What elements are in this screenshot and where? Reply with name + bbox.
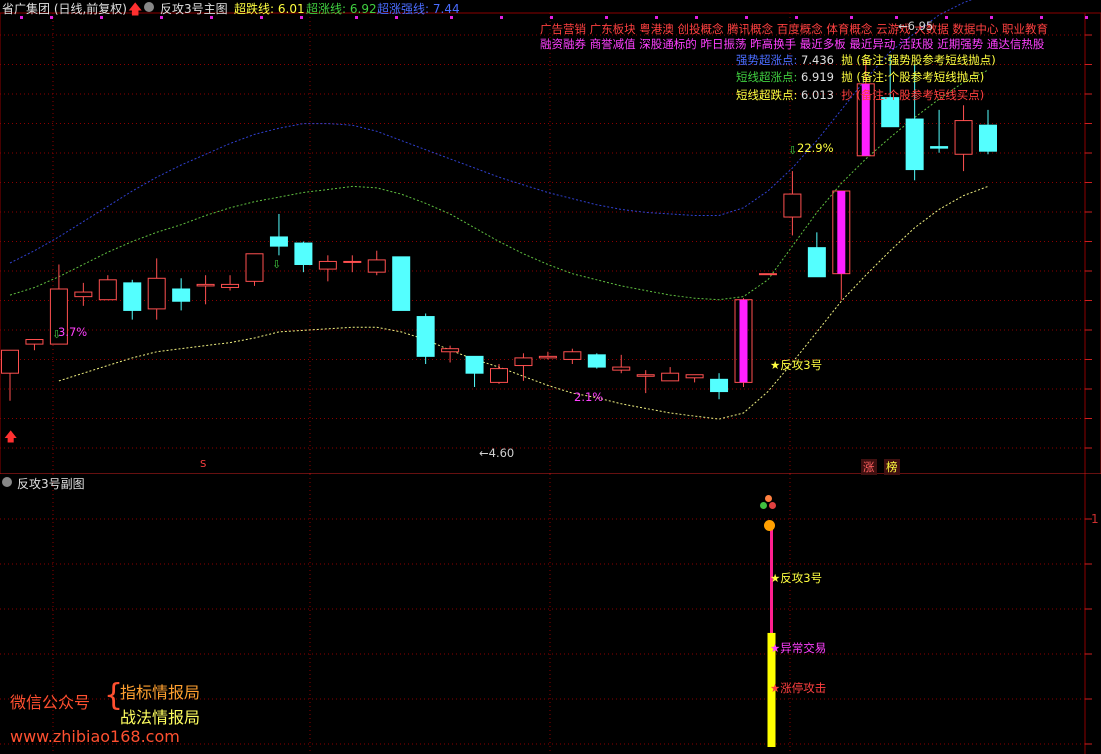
candle-body — [147, 277, 166, 310]
marker-dot — [795, 16, 798, 19]
candle-body — [563, 351, 582, 360]
candle-body — [343, 260, 362, 263]
candle-body — [416, 316, 435, 357]
sell-arrow-icon: ⇩ — [788, 144, 798, 157]
candle-body — [954, 120, 973, 155]
high-price-label: ←6.95 — [898, 19, 934, 33]
candle-body — [245, 253, 264, 282]
pct-label-1: 3.7% — [58, 325, 88, 339]
marker-dot — [550, 16, 553, 19]
marker-dot — [850, 16, 853, 19]
candle-body — [269, 236, 288, 247]
candle-body — [294, 242, 313, 265]
watermark-right2: 战法情报局 — [120, 708, 201, 727]
candle-limit-fill — [739, 299, 748, 383]
candle-body — [196, 283, 215, 287]
candle-body — [367, 259, 386, 273]
marker-dot — [1085, 16, 1088, 19]
sub-panel-title: 反攻3号副图 — [17, 477, 85, 491]
concept-tags-row1: 广告营销 广东板块 粤港澳 创投概念 腾讯概念 百度概念 体育概念 云游戏 大数… — [540, 22, 1049, 36]
sub-panel-chevron-icon[interactable] — [2, 477, 12, 487]
candle-body — [538, 355, 557, 359]
buy-arrow-icon: 🡅 — [4, 430, 18, 445]
sell-arrow-icon: ⇩ — [52, 328, 62, 341]
marker-dot — [945, 16, 948, 19]
marker-dot — [300, 16, 303, 19]
marker-dot — [695, 16, 698, 19]
marker-dot — [895, 16, 898, 19]
low-price-label: ←4.60 — [479, 446, 515, 460]
candle-body — [587, 354, 606, 368]
marker-dot — [50, 16, 53, 19]
abnormal-trade-label: ★异常交易 — [770, 641, 827, 655]
candle-body — [392, 256, 411, 311]
arrow-up-icon: 🡅 — [128, 2, 143, 18]
fangong-sub-label: ★反攻3号 — [770, 571, 823, 585]
fangong-main-label: ★反攻3号 — [770, 358, 823, 372]
candle-body — [905, 118, 924, 171]
concept-tags-row2: 融资融券 商誉减值 深股通标的 昨日振荡 昨高换手 最近多板 最近异动 活跃股 … — [540, 37, 1045, 51]
pct-label-3: 22.9% — [797, 141, 834, 155]
signal-dot-icon — [764, 520, 775, 531]
s-marker: S — [200, 459, 207, 470]
candle-body — [221, 283, 240, 288]
pct-label-2: 2.1% — [574, 390, 604, 404]
candle-body — [25, 339, 44, 345]
candle-body — [441, 348, 460, 353]
band-line-2 — [58, 185, 989, 420]
marker-dot — [605, 16, 608, 19]
bang-badge: 榜 — [884, 459, 900, 475]
candle-body — [490, 368, 508, 383]
indicator-title: 反攻3号主图 — [160, 2, 228, 16]
sub-axis-label: 1 — [1091, 512, 1099, 526]
signal-balls-icon — [760, 495, 778, 513]
marker-dot — [500, 16, 503, 19]
watermark-right1: 指标情报局 — [120, 683, 201, 702]
candle-body — [612, 366, 631, 371]
candle-body — [1, 349, 19, 374]
candle-body — [318, 260, 337, 270]
marker-dot — [745, 16, 748, 19]
marker-dot — [1040, 16, 1043, 19]
candle-body — [514, 357, 533, 367]
stock-title: 省广集团 (日线,前复权) — [2, 2, 127, 16]
candle-body — [123, 282, 142, 311]
zhang-badge: 涨 — [861, 459, 877, 475]
candle-body — [172, 288, 191, 302]
candle-body — [98, 279, 117, 301]
marker-dot — [355, 16, 358, 19]
chevron-down-icon[interactable] — [144, 2, 154, 12]
candle-body — [710, 378, 729, 393]
sell-arrow-icon: ⇩ — [272, 258, 282, 271]
marker-dot — [395, 16, 398, 19]
marker-dot — [20, 16, 23, 19]
candle-body — [979, 124, 997, 152]
info-line-short-up: 短线超涨点: 6.919 抛 (备注:个股参考短线抛点) — [736, 70, 985, 84]
candle-body — [758, 273, 777, 276]
line1-label: 超跌线: 6.01 — [234, 2, 305, 16]
info-line-strong: 强势超涨点: 7.436 抛 (备注:强势股参考短线抛点) — [736, 53, 996, 67]
watermark-url[interactable]: www.zhibiao168.com — [10, 727, 180, 746]
marker-dot — [260, 16, 263, 19]
marker-dot — [210, 16, 213, 19]
limit-up-label: ★涨停攻击 — [770, 681, 827, 695]
marker-dot — [450, 16, 453, 19]
marker-dot — [655, 16, 658, 19]
marker-dot — [990, 16, 993, 19]
line3-label: 超涨强线: 7.44 — [377, 2, 460, 16]
candle-body — [783, 193, 802, 218]
marker-dot — [100, 16, 103, 19]
line2-label: 超涨线: 6.92 — [306, 2, 377, 16]
candle-body — [807, 247, 826, 278]
candle-body — [685, 374, 704, 379]
candle-limit-fill — [837, 191, 846, 274]
candle-body — [74, 291, 93, 298]
candle-body — [930, 146, 949, 149]
info-line-short-down: 短线超跌点: 6.013 抄 (备注:个股参考短线买点) — [736, 88, 985, 102]
candle-body — [661, 372, 680, 382]
candle-body — [465, 355, 484, 374]
candle-body — [636, 374, 655, 377]
watermark-left: 微信公众号 — [10, 693, 91, 712]
marker-dot — [160, 16, 163, 19]
